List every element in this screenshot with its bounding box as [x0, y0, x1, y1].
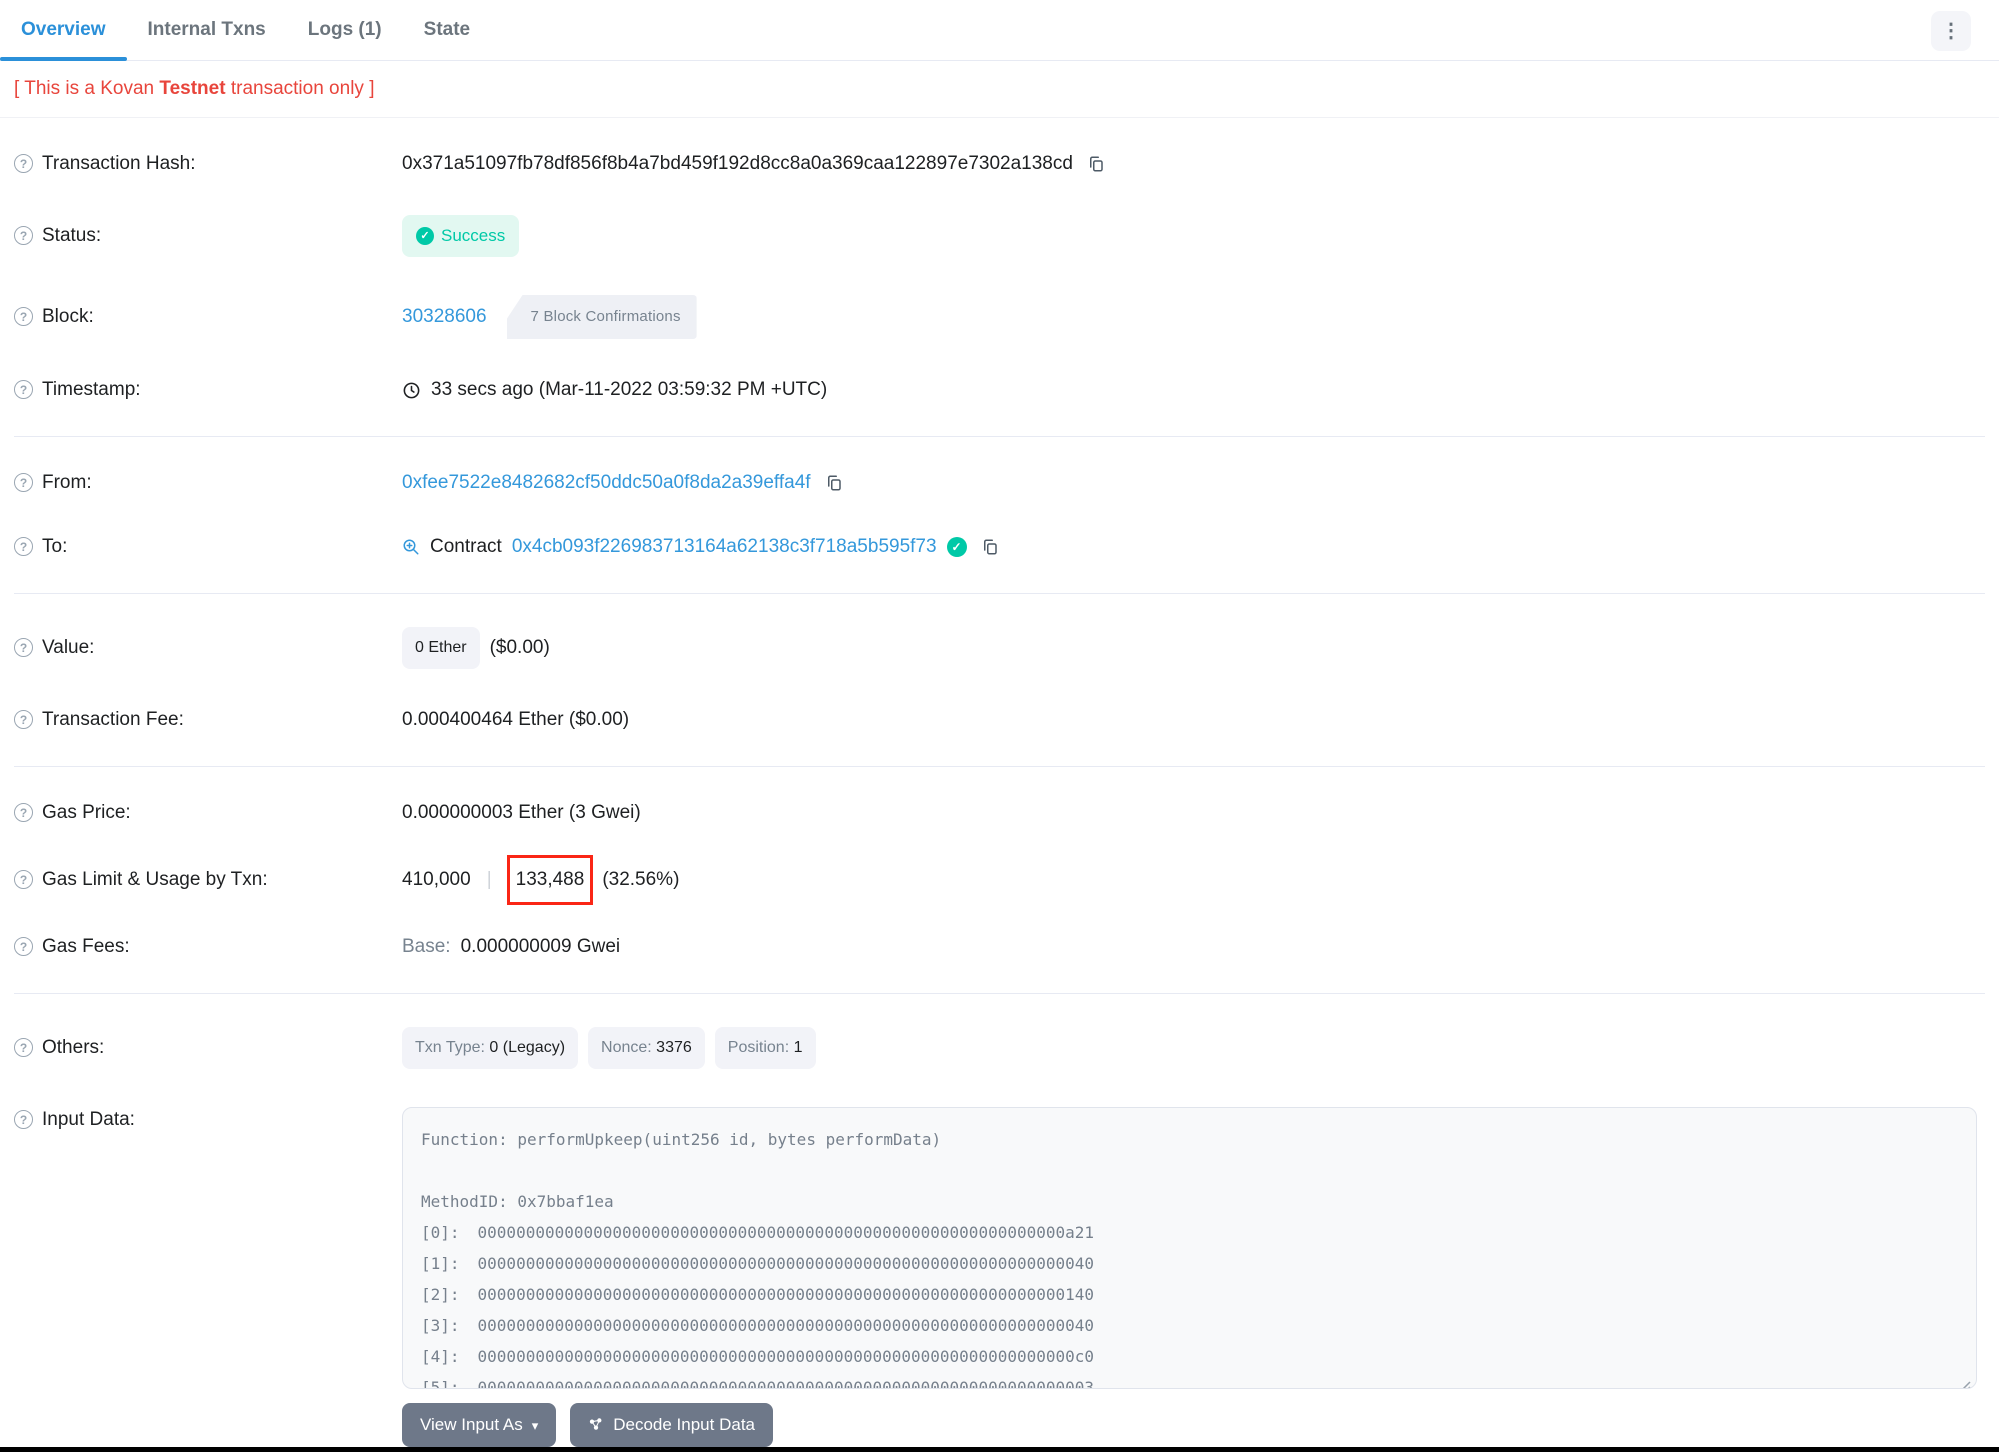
- input-function-line: Function: performUpkeep(uint256 id, byte…: [421, 1130, 942, 1149]
- pipe-separator: |: [486, 869, 492, 890]
- decode-icon: [588, 1417, 604, 1433]
- help-icon[interactable]: ?: [14, 154, 33, 173]
- input-word-row: [2]: 000000000000000000000000000000000000…: [421, 1285, 1095, 1304]
- transaction-fee-value: 0.000400464 Ether ($0.00): [402, 709, 630, 730]
- gas-price-value: 0.000000003 Ether (3 Gwei): [402, 802, 641, 823]
- base-fee-value: 0.000000009 Gwei: [460, 936, 621, 957]
- clock-icon: [402, 381, 421, 400]
- section-value-fee: ? Value: 0 Ether ($0.00) ? Transaction F…: [0, 594, 1999, 766]
- value-label: Value:: [42, 637, 95, 658]
- timestamp-value: 33 secs ago (Mar-11-2022 03:59:32 PM +UT…: [431, 379, 828, 400]
- chevron-down-icon: ▾: [531, 1417, 539, 1433]
- help-icon[interactable]: ?: [14, 473, 33, 492]
- verified-contract-icon: ✓: [946, 537, 967, 557]
- view-input-as-button[interactable]: View Input As ▾: [402, 1403, 557, 1447]
- help-icon[interactable]: ?: [14, 710, 33, 729]
- tab-bar: Overview Internal Txns Logs (1) State ⋮: [0, 0, 1999, 61]
- gas-used-percent: (32.56%): [602, 869, 680, 890]
- tab-logs[interactable]: Logs (1): [287, 0, 403, 60]
- row-status: ? Status: ✓ Success: [14, 196, 1985, 276]
- tab-state[interactable]: State: [403, 0, 491, 60]
- help-icon[interactable]: ?: [14, 537, 33, 556]
- position-badge: Position: 1: [714, 1027, 816, 1069]
- tab-internal-txns[interactable]: Internal Txns: [127, 0, 287, 60]
- from-label: From:: [42, 472, 92, 493]
- input-methodid-line: MethodID: 0x7bbaf1ea: [421, 1192, 614, 1211]
- input-word-row: [5]: 000000000000000000000000000000000000…: [421, 1378, 1095, 1389]
- row-gas-price: ? Gas Price: 0.000000003 Ether (3 Gwei): [14, 781, 1985, 845]
- base-fee-label: Base:: [402, 936, 451, 957]
- input-word-row: [1]: 000000000000000000000000000000000000…: [421, 1254, 1095, 1273]
- kebab-icon: ⋮: [1941, 20, 1961, 42]
- transaction-hash-label: Transaction Hash:: [42, 153, 196, 174]
- help-icon[interactable]: ?: [14, 937, 33, 956]
- others-label: Others:: [42, 1037, 105, 1058]
- txn-type-badge: Txn Type: 0 (Legacy): [402, 1027, 579, 1069]
- status-label: Status:: [42, 225, 102, 246]
- help-icon[interactable]: ?: [14, 1110, 33, 1129]
- gas-used-value: 133,488: [515, 869, 585, 890]
- copy-icon[interactable]: [825, 474, 843, 492]
- magnifier-plus-icon[interactable]: [402, 538, 420, 556]
- from-address-link[interactable]: 0xfee7522e8482682cf50ddc50a0f8da2a39effa…: [402, 470, 811, 496]
- help-icon[interactable]: ?: [14, 803, 33, 822]
- block-confirmations-badge: 7 Block Confirmations: [506, 295, 697, 339]
- section-addresses: ? From: 0xfee7522e8482682cf50ddc50a0f8da…: [0, 437, 1999, 593]
- input-data-textarea[interactable]: Function: performUpkeep(uint256 id, byte…: [402, 1107, 1977, 1389]
- section-others-input: ? Others: Txn Type: 0 (Legacy) Nonce: 33…: [0, 994, 1999, 1452]
- input-data-label: Input Data:: [42, 1109, 135, 1130]
- help-icon[interactable]: ?: [14, 1038, 33, 1057]
- row-transaction-hash: ? Transaction Hash: 0x371a51097fb78df856…: [14, 132, 1985, 196]
- help-icon[interactable]: ?: [14, 870, 33, 889]
- to-label: To:: [42, 536, 68, 557]
- kebab-menu-button[interactable]: ⋮: [1931, 11, 1971, 51]
- help-icon[interactable]: ?: [14, 638, 33, 657]
- gas-fees-label: Gas Fees:: [42, 936, 130, 957]
- input-word-row: [4]: 000000000000000000000000000000000000…: [421, 1347, 1095, 1366]
- success-check-icon: ✓: [416, 227, 434, 245]
- input-word-row: [0]: 000000000000000000000000000000000000…: [421, 1223, 1095, 1242]
- gas-price-label: Gas Price:: [42, 802, 131, 823]
- gas-limit-value: 410,000: [402, 869, 471, 890]
- row-gas-limit-usage: ? Gas Limit & Usage by Txn: 410,000 | 13…: [14, 845, 1985, 915]
- help-icon[interactable]: ?: [14, 307, 33, 326]
- block-number-link[interactable]: 30328606: [402, 304, 487, 330]
- input-data-actions: View Input As ▾ Decode Input Data: [402, 1403, 1985, 1447]
- copy-icon[interactable]: [981, 538, 999, 556]
- row-value: ? Value: 0 Ether ($0.00): [14, 608, 1985, 688]
- help-icon[interactable]: ?: [14, 226, 33, 245]
- section-overview-top: ? Transaction Hash: 0x371a51097fb78df856…: [0, 118, 1999, 436]
- annotation-highlight: 133,488: [506, 855, 594, 905]
- row-input-data: ? Input Data: Function: performUpkeep(ui…: [14, 1088, 1985, 1452]
- resize-grip-icon[interactable]: [1958, 1370, 1971, 1388]
- transaction-details-page: Overview Internal Txns Logs (1) State ⋮ …: [0, 0, 1999, 1452]
- nonce-badge: Nonce: 3376: [588, 1027, 705, 1069]
- decode-input-data-button[interactable]: Decode Input Data: [570, 1403, 773, 1447]
- row-from: ? From: 0xfee7522e8482682cf50ddc50a0f8da…: [14, 451, 1985, 515]
- row-timestamp: ? Timestamp: 33 secs ago (Mar-11-2022 03…: [14, 358, 1985, 422]
- value-badge: 0 Ether: [402, 627, 480, 669]
- row-gas-fees: ? Gas Fees: Base: 0.000000009 Gwei: [14, 915, 1985, 979]
- copy-icon[interactable]: [1087, 155, 1105, 173]
- timestamp-label: Timestamp:: [42, 379, 141, 400]
- transaction-hash-value: 0x371a51097fb78df856f8b4a7bd459f192d8cc8…: [402, 153, 1073, 174]
- row-block: ? Block: 30328606 7 Block Confirmations: [14, 276, 1985, 358]
- status-badge: ✓ Success: [402, 215, 520, 257]
- row-transaction-fee: ? Transaction Fee: 0.000400464 Ether ($0…: [14, 688, 1985, 752]
- to-address-link[interactable]: 0x4cb093f226983713164a62138c3f718a5b595f…: [512, 534, 937, 560]
- row-others: ? Others: Txn Type: 0 (Legacy) Nonce: 33…: [14, 1008, 1985, 1088]
- section-gas: ? Gas Price: 0.000000003 Ether (3 Gwei) …: [0, 767, 1999, 993]
- transaction-fee-label: Transaction Fee:: [42, 709, 184, 730]
- block-label: Block:: [42, 306, 94, 327]
- to-contract-prefix: Contract: [430, 536, 502, 557]
- help-icon[interactable]: ?: [14, 380, 33, 399]
- window-bottom-edge: [0, 1447, 1999, 1452]
- row-to: ? To: Contract 0x4cb093f226983713164a621…: [14, 515, 1985, 579]
- testnet-notice: [ This is a Kovan Testnet transaction on…: [0, 61, 1999, 118]
- tab-overview[interactable]: Overview: [0, 0, 127, 61]
- gas-limit-label: Gas Limit & Usage by Txn:: [42, 869, 268, 890]
- input-word-row: [3]: 000000000000000000000000000000000000…: [421, 1316, 1095, 1335]
- value-usd: ($0.00): [489, 637, 550, 658]
